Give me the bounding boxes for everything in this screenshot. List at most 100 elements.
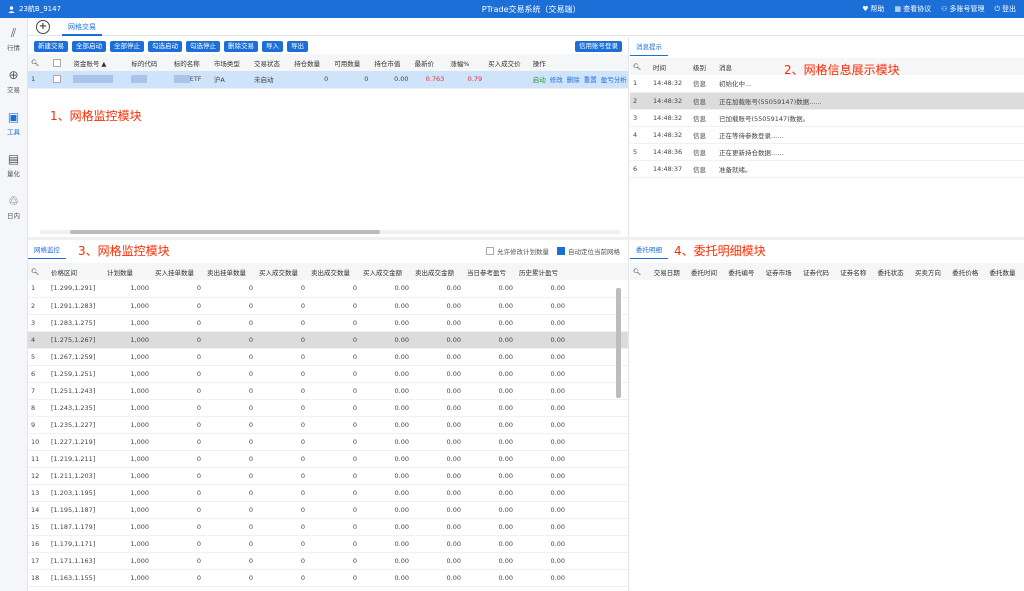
column-header[interactable]: 当日参考盈亏 — [464, 263, 516, 280]
table-row[interactable]: 5 [1.267,1.259] 1,000 0 0 0 0 0.00 0.00 0.00 0.00 — [28, 348, 628, 366]
table-row[interactable]: 5 14:48:36 信息 正在更新持仓数据...... — [630, 143, 1024, 161]
help-button[interactable]: ♥ 帮助 — [862, 4, 884, 14]
view-agreement-button[interactable]: ▦ 查看协议 — [895, 4, 932, 14]
column-header[interactable]: 持仓数量 — [291, 54, 332, 71]
table-row[interactable]: 4 14:48:32 信息 正在等待参数登录...... — [630, 126, 1024, 144]
column-header[interactable]: 时间 — [650, 58, 690, 75]
table-row[interactable]: 3 14:48:32 信息 已加载账号(55059147)数据。 — [630, 109, 1024, 127]
column-header[interactable]: 证券名称 — [837, 263, 875, 280]
column-header[interactable]: 可用数量 — [331, 54, 372, 71]
delete-trade-button[interactable]: 删除交易 — [224, 41, 258, 52]
table-row[interactable]: 1 ETF 沪A 未启动 0 0 0.00 0.763 0.79 启动 修改 删除重… — [28, 71, 628, 89]
allow-edit-plan-checkbox[interactable]: 允许修改计划数量 — [486, 246, 549, 256]
delete-link[interactable]: 删除 — [567, 76, 580, 84]
table-row[interactable]: 2 [1.291,1.283] 1,000 0 0 0 0 0.00 0.00 0.00 0.00 — [28, 297, 628, 315]
stop-all-button[interactable]: 全部停止 — [110, 41, 144, 52]
order-table: 🔍︎ 交易日期 委托时间 委托编号 证券市场 证券代码 证券名称 委托状态 买卖… — [630, 263, 1024, 280]
table-row[interactable]: 18 [1.163,1.155] 1,000 0 0 0 0 0.00 0.00 0.00 0.00 — [28, 569, 628, 587]
table-row[interactable]: 10 [1.227,1.219] 1,000 0 0 0 0 0.00 0.00 0.00 0.00 — [28, 433, 628, 451]
tab-grid-trading[interactable]: 网格交易 — [62, 18, 102, 36]
auto-locate-grid-checkbox[interactable]: 自动定位当前网格 — [557, 246, 620, 256]
table-row[interactable]: 17 [1.171,1.163] 1,000 0 0 0 0 0.00 0.00 0.00 0.00 — [28, 552, 628, 570]
import-button[interactable]: 导入 — [262, 41, 283, 52]
table-row[interactable]: 2 14:48:32 信息 正在加载账号(55059147)数据...... — [630, 92, 1024, 110]
column-header[interactable]: 标的代码 — [128, 54, 171, 71]
column-header[interactable]: 委托状态 — [874, 263, 912, 280]
table-row[interactable]: 15 [1.187,1.179] 1,000 0 0 0 0 0.00 0.00 0.00 0.00 — [28, 518, 628, 536]
export-button[interactable]: 导出 — [287, 41, 308, 52]
tab-order-detail[interactable]: 委托明细 — [630, 240, 668, 259]
table-row[interactable]: 12 [1.211,1.203] 1,000 0 0 0 0 0.00 0.00 0.00 0.00 — [28, 467, 628, 485]
table-row[interactable]: 1 [1.299,1.291] 1,000 0 0 0 0 0.00 0.00 0.00 0.00 — [28, 280, 628, 298]
column-header[interactable]: 计划数量 — [104, 263, 152, 280]
vertical-scrollbar[interactable] — [616, 288, 621, 398]
new-trade-button[interactable]: 新建交易 — [34, 41, 68, 52]
user-account[interactable]: 23航B_9147 — [0, 4, 200, 14]
table-row[interactable]: 4 [1.275,1.267] 1,000 0 0 0 0 0.00 0.00 0.00 0.00 — [28, 331, 628, 349]
edit-link[interactable]: 修改 — [550, 76, 563, 84]
column-header[interactable]: 买卖方向 — [911, 263, 950, 280]
column-header[interactable]: 买入成交价 — [485, 54, 530, 71]
nav-trade[interactable]: ⊕ 交易 — [0, 60, 27, 102]
add-tab-button[interactable]: + — [36, 19, 50, 34]
column-header[interactable]: 卖出挂单数量 — [204, 263, 256, 280]
table-row[interactable]: 16 [1.179,1.171] 1,000 0 0 0 0 0.00 0.00 0.00 0.00 — [28, 535, 628, 553]
pnl-analysis-link[interactable]: 盈亏分析 — [601, 76, 627, 84]
column-header[interactable]: 级别 — [690, 58, 716, 75]
column-header[interactable]: 委托价格 — [949, 263, 987, 280]
logout-button[interactable]: ⏻ 登出 — [994, 4, 1016, 14]
column-header[interactable]: 证券市场 — [762, 263, 800, 280]
table-row[interactable]: 8 [1.243,1.235] 1,000 0 0 0 0 0.00 0.00 0.00 0.00 — [28, 399, 628, 417]
tab-grid-monitor[interactable]: 网格监控 — [28, 240, 66, 259]
table-row[interactable]: 6 14:48:37 信息 准备就绪。 — [630, 160, 1024, 178]
column-header[interactable]: 买入挂单数量 — [152, 263, 204, 280]
column-header[interactable]: 委托时间 — [688, 263, 726, 280]
multi-account-button[interactable]: ⚇ 多账号管理 — [941, 4, 984, 14]
nav-tools[interactable]: ▣ 工具 — [0, 102, 27, 144]
row-checkbox[interactable] — [50, 71, 71, 89]
column-header[interactable]: 交易日期 — [650, 263, 689, 280]
tab-messages[interactable]: 消息提示 — [630, 37, 668, 56]
nav-quant[interactable]: ▤ 量化 — [0, 144, 27, 186]
select-all-checkbox[interactable] — [50, 54, 71, 71]
annotation-label: 2、网格信息展示模块 — [784, 63, 900, 77]
search-icon[interactable]: 🔍︎ — [28, 54, 51, 71]
reset-link[interactable]: 重置 — [584, 76, 597, 84]
nav-intraday[interactable]: ♲ 日内 — [0, 186, 27, 228]
column-header[interactable]: 证券代码 — [799, 263, 838, 280]
table-row[interactable]: 13 [1.203,1.195] 1,000 0 0 0 0 0.00 0.00 0.00 0.00 — [28, 484, 628, 502]
search-icon[interactable]: 🔍︎ — [630, 263, 651, 280]
table-row[interactable]: 7 [1.251,1.243] 1,000 0 0 0 0 0.00 0.00 0.00 0.00 — [28, 382, 628, 400]
column-header[interactable]: 标的名称 — [170, 54, 211, 71]
column-header[interactable]: 持仓市值 — [371, 54, 412, 71]
table-row[interactable]: 6 [1.259,1.251] 1,000 0 0 0 0 0.00 0.00 0.00 0.00 — [28, 365, 628, 383]
table-row[interactable]: 9 [1.235,1.227] 1,000 0 0 0 0 0.00 0.00 0.00 0.00 — [28, 416, 628, 434]
market-type: 沪A — [210, 71, 251, 89]
column-header[interactable]: 委托编号 — [725, 263, 763, 280]
horizontal-scrollbar[interactable] — [40, 230, 620, 234]
column-header[interactable]: 历史累计盈亏 — [516, 263, 568, 280]
table-row[interactable]: 14 [1.195,1.187] 1,000 0 0 0 0 0.00 0.00 0.00 0.00 — [28, 501, 628, 519]
column-header[interactable]: 价格区间 — [48, 263, 104, 280]
column-header[interactable]: 卖出成交金额 — [412, 263, 464, 280]
column-header[interactable]: 卖出成交数量 — [308, 263, 360, 280]
search-icon[interactable]: 🔍︎ — [630, 58, 650, 75]
column-header[interactable]: 交易状态 — [251, 54, 292, 71]
column-header[interactable]: 买入成交数量 — [256, 263, 308, 280]
column-header[interactable]: 涨幅% — [447, 54, 486, 71]
column-header[interactable]: 市场类型 — [210, 54, 251, 71]
column-header[interactable]: 委托数量 — [986, 263, 1024, 280]
start-link[interactable]: 启动 — [533, 76, 546, 84]
start-checked-button[interactable]: 勾选启动 — [148, 41, 182, 52]
user-name: 23航B_9147 — [19, 5, 62, 13]
table-row[interactable]: 11 [1.219,1.211] 1,000 0 0 0 0 0.00 0.00 0.00 0.00 — [28, 450, 628, 468]
column-header[interactable]: 最新价 — [411, 54, 448, 71]
stop-checked-button[interactable]: 勾选停止 — [186, 41, 220, 52]
column-header[interactable]: 资金账号 ▲ — [70, 54, 129, 71]
credit-login-button[interactable]: 信用账号登录 — [575, 41, 622, 52]
table-row[interactable]: 3 [1.283,1.275] 1,000 0 0 0 0 0.00 0.00 0.00 0.00 — [28, 314, 628, 332]
column-header[interactable]: 买入成交金额 — [360, 263, 412, 280]
start-all-button[interactable]: 全部启动 — [72, 41, 106, 52]
search-icon[interactable]: 🔍︎ — [28, 263, 48, 280]
nav-market[interactable]: ⫽ 行情 — [0, 18, 27, 60]
